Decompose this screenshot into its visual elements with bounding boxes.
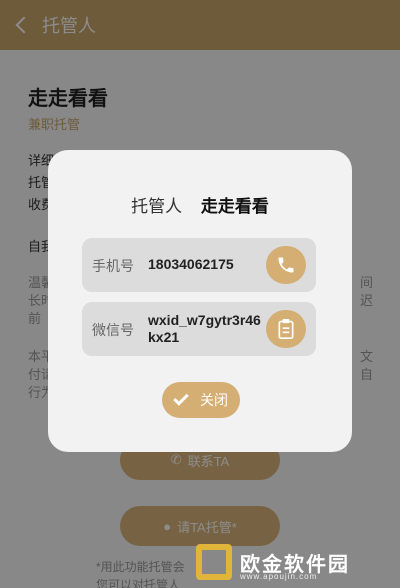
contact-dialog: 托管人 走走看看 手机号 18034062175 微信号 wxid_w7gytr… [48, 150, 352, 452]
call-button[interactable] [266, 246, 306, 284]
close-button[interactable]: 关闭 [162, 382, 240, 418]
check-icon [173, 390, 189, 406]
wechat-row: 微信号 wxid_w7gytr3r46kx21 [82, 302, 316, 356]
phone-icon [278, 257, 294, 273]
watermark-site: www.apoujin.com [240, 572, 318, 581]
copy-button[interactable] [266, 310, 306, 348]
wechat-value: wxid_w7gytr3r46kx21 [148, 312, 261, 345]
dialog-title: 托管人 走走看看 [48, 192, 352, 217]
wechat-label: 微信号 [92, 322, 134, 338]
clipboard-icon [278, 319, 294, 340]
phone-row: 手机号 18034062175 [82, 238, 316, 292]
phone-label: 手机号 [92, 258, 134, 274]
watermark-logo-icon [196, 544, 232, 580]
close-button-label: 关闭 [200, 392, 228, 408]
dialog-title-label: 托管人 [131, 197, 183, 216]
phone-value: 18034062175 [148, 256, 234, 272]
dialog-title-name: 走走看看 [200, 197, 269, 216]
